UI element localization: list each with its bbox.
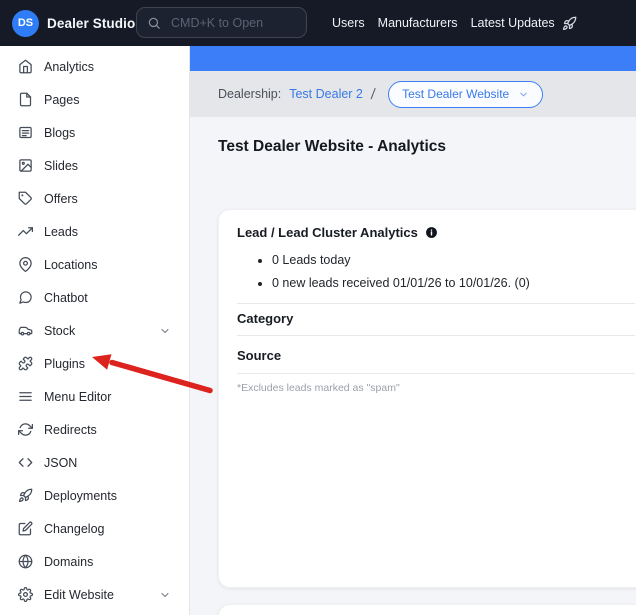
site-selector-dropdown[interactable]: Test Dealer Website [388, 81, 543, 108]
accent-bar [190, 46, 636, 71]
sidebar-item-menu-editor[interactable]: Menu Editor [0, 380, 189, 413]
gear-icon [18, 587, 33, 602]
chevron-down-icon [159, 325, 171, 337]
dealer-link[interactable]: Test Dealer 2 [289, 87, 363, 101]
code-icon [18, 455, 33, 470]
sidebar-item-deployments[interactable]: Deployments [0, 479, 189, 512]
menu-icon [18, 389, 33, 404]
map-pin-icon [18, 257, 33, 272]
breadcrumb-separator: / [370, 86, 376, 103]
sidebar-item-offers[interactable]: Offers [0, 182, 189, 215]
sidebar-item-locations[interactable]: Locations [0, 248, 189, 281]
sidebar-item-label: Blogs [44, 126, 171, 140]
tag-icon [18, 191, 33, 206]
next-card-partial [218, 604, 636, 615]
nav-link-label: Latest Updates [471, 16, 555, 30]
article-icon [18, 125, 33, 140]
sidebar-item-pages[interactable]: Pages [0, 83, 189, 116]
main-area: Dealership: Test Dealer 2 / Test Dealer … [190, 46, 636, 615]
rocket-icon [562, 16, 577, 31]
sidebar-item-label: Pages [44, 93, 171, 107]
sidebar-item-label: Deployments [44, 489, 171, 503]
file-icon [18, 92, 33, 107]
chat-bubble-icon [18, 290, 33, 305]
card-title: Lead / Lead Cluster Analytics [237, 225, 418, 240]
command-search-box[interactable] [136, 7, 307, 38]
breadcrumb: Dealership: Test Dealer 2 / Test Dealer … [190, 71, 636, 117]
sidebar-item-label: Edit Website [44, 588, 148, 602]
lead-analytics-card: Lead / Lead Cluster Analytics 0 Leads to… [218, 209, 636, 588]
home-icon [18, 59, 33, 74]
chevron-down-icon [159, 589, 171, 601]
edit-icon [18, 521, 33, 536]
sidebar-item-chatbot[interactable]: Chatbot [0, 281, 189, 314]
sidebar-nav: Analytics Pages Blogs Slides Offers Leads Loca… [0, 46, 190, 615]
sidebar-item-label: Locations [44, 258, 171, 272]
list-item: 0 new leads received 01/01/26 to 10/01/2… [272, 272, 635, 295]
sidebar-item-label: Domains [44, 555, 171, 569]
lead-summary-list: 0 Leads today 0 new leads received 01/01… [237, 249, 635, 295]
globe-icon [18, 554, 33, 569]
app-logo[interactable]: DS [12, 10, 39, 37]
nav-link-latest-updates[interactable]: Latest Updates [471, 16, 577, 31]
nav-link-users[interactable]: Users [332, 16, 365, 30]
search-icon [147, 16, 161, 30]
app-title: Dealer Studio [47, 16, 135, 31]
sidebar-item-label: Plugins [44, 357, 171, 371]
sidebar-item-label: Changelog [44, 522, 171, 536]
rocket-icon [18, 488, 33, 503]
sidebar-item-label: Chatbot [44, 291, 171, 305]
sidebar-item-label: Leads [44, 225, 171, 239]
sidebar-item-blogs[interactable]: Blogs [0, 116, 189, 149]
sidebar-item-edit-website[interactable]: Edit Website [0, 578, 189, 611]
sidebar-item-changelog[interactable]: Changelog [0, 512, 189, 545]
sidebar-item-stock[interactable]: Stock [0, 314, 189, 347]
image-icon [18, 158, 33, 173]
navbar-links: Users Manufacturers Latest Updates [332, 0, 577, 46]
sidebar-item-json[interactable]: JSON [0, 446, 189, 479]
chevron-down-icon [518, 89, 529, 100]
car-icon [18, 323, 33, 338]
sidebar-item-label: Analytics [44, 60, 171, 74]
sidebar-item-label: Stock [44, 324, 148, 338]
divider [237, 335, 635, 336]
sidebar-item-label: Menu Editor [44, 390, 171, 404]
search-input[interactable] [169, 15, 296, 31]
puzzle-icon [18, 356, 33, 371]
category-section-header: Category [237, 304, 635, 335]
sidebar-item-leads[interactable]: Leads [0, 215, 189, 248]
sidebar-item-slides[interactable]: Slides [0, 149, 189, 182]
source-section-header: Source [237, 348, 635, 373]
sidebar-item-domains[interactable]: Domains [0, 545, 189, 578]
content-area: Test Dealer Website - Analytics Lead / L… [190, 117, 636, 615]
list-item: 0 Leads today [272, 249, 635, 272]
site-selector-label: Test Dealer Website [402, 87, 509, 101]
refresh-icon [18, 422, 33, 437]
info-icon[interactable] [425, 226, 438, 239]
spam-footnote: *Excludes leads marked as "spam" [237, 382, 635, 394]
divider [237, 373, 635, 374]
sidebar-item-label: JSON [44, 456, 171, 470]
sidebar-item-label: Redirects [44, 423, 171, 437]
sidebar-item-label: Slides [44, 159, 171, 173]
sidebar-item-redirects[interactable]: Redirects [0, 413, 189, 446]
dealership-label: Dealership: [218, 87, 281, 101]
page-title: Test Dealer Website - Analytics [218, 138, 636, 156]
sidebar-item-label: Offers [44, 192, 171, 206]
sidebar-item-analytics[interactable]: Analytics [0, 50, 189, 83]
nav-link-manufacturers[interactable]: Manufacturers [378, 16, 458, 30]
trending-up-icon [18, 224, 33, 239]
top-navbar: DS Dealer Studio Users Manufacturers Lat… [0, 0, 636, 46]
sidebar-item-plugins[interactable]: Plugins [0, 347, 189, 380]
